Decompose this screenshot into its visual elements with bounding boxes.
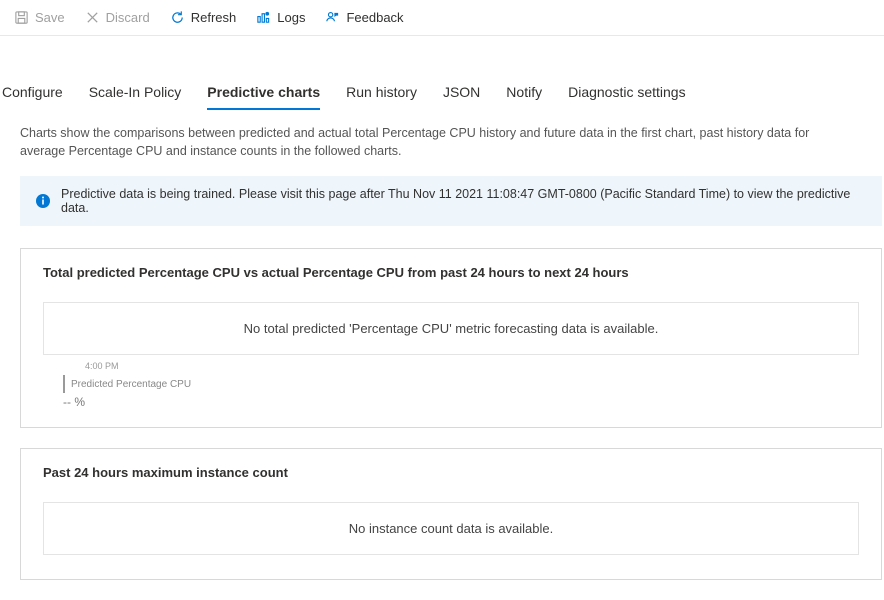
save-button[interactable]: Save <box>6 6 73 29</box>
info-banner: Predictive data is being trained. Please… <box>20 176 882 226</box>
instance-count-card: Past 24 hours maximum instance count No … <box>20 448 882 580</box>
tab-diagnostic-settings[interactable]: Diagnostic settings <box>568 78 686 110</box>
chart-legend: Predicted Percentage CPU <box>63 375 859 393</box>
legend-swatch <box>63 375 65 393</box>
no-data-message: No total predicted 'Percentage CPU' metr… <box>43 302 859 355</box>
tab-json[interactable]: JSON <box>443 78 480 110</box>
discard-label: Discard <box>106 10 150 25</box>
tab-configure[interactable]: Configure <box>2 78 63 110</box>
card-title: Total predicted Percentage CPU vs actual… <box>43 265 859 280</box>
predicted-cpu-card: Total predicted Percentage CPU vs actual… <box>20 248 882 428</box>
command-bar: Save Discard Refresh Logs Feedback <box>0 0 884 36</box>
main-content: Charts show the comparisons between pred… <box>0 110 884 580</box>
chart-area: 4:00 PM Predicted Percentage CPU -- % <box>43 361 859 409</box>
description-text: Charts show the comparisons between pred… <box>20 124 840 160</box>
feedback-label: Feedback <box>346 10 403 25</box>
discard-button[interactable]: Discard <box>77 6 158 29</box>
legend-label: Predicted Percentage CPU <box>71 379 191 390</box>
logs-button[interactable]: Logs <box>248 6 313 29</box>
tab-notify[interactable]: Notify <box>506 78 542 110</box>
tab-run-history[interactable]: Run history <box>346 78 417 110</box>
legend-value: -- % <box>63 395 859 409</box>
card-title: Past 24 hours maximum instance count <box>43 465 859 480</box>
tab-predictive-charts[interactable]: Predictive charts <box>207 78 320 110</box>
refresh-label: Refresh <box>191 10 237 25</box>
save-icon <box>14 10 29 25</box>
refresh-button[interactable]: Refresh <box>162 6 245 29</box>
info-icon <box>35 193 51 209</box>
x-axis-label: 4:00 PM <box>85 361 859 371</box>
save-label: Save <box>35 10 65 25</box>
refresh-icon <box>170 10 185 25</box>
close-icon <box>85 10 100 25</box>
logs-label: Logs <box>277 10 305 25</box>
tab-scale-in-policy[interactable]: Scale-In Policy <box>89 78 182 110</box>
feedback-button[interactable]: Feedback <box>317 6 411 29</box>
info-banner-text: Predictive data is being trained. Please… <box>61 187 867 215</box>
feedback-icon <box>325 10 340 25</box>
logs-icon <box>256 10 271 25</box>
tab-bar: Configure Scale-In Policy Predictive cha… <box>0 78 884 110</box>
no-data-message: No instance count data is available. <box>43 502 859 555</box>
